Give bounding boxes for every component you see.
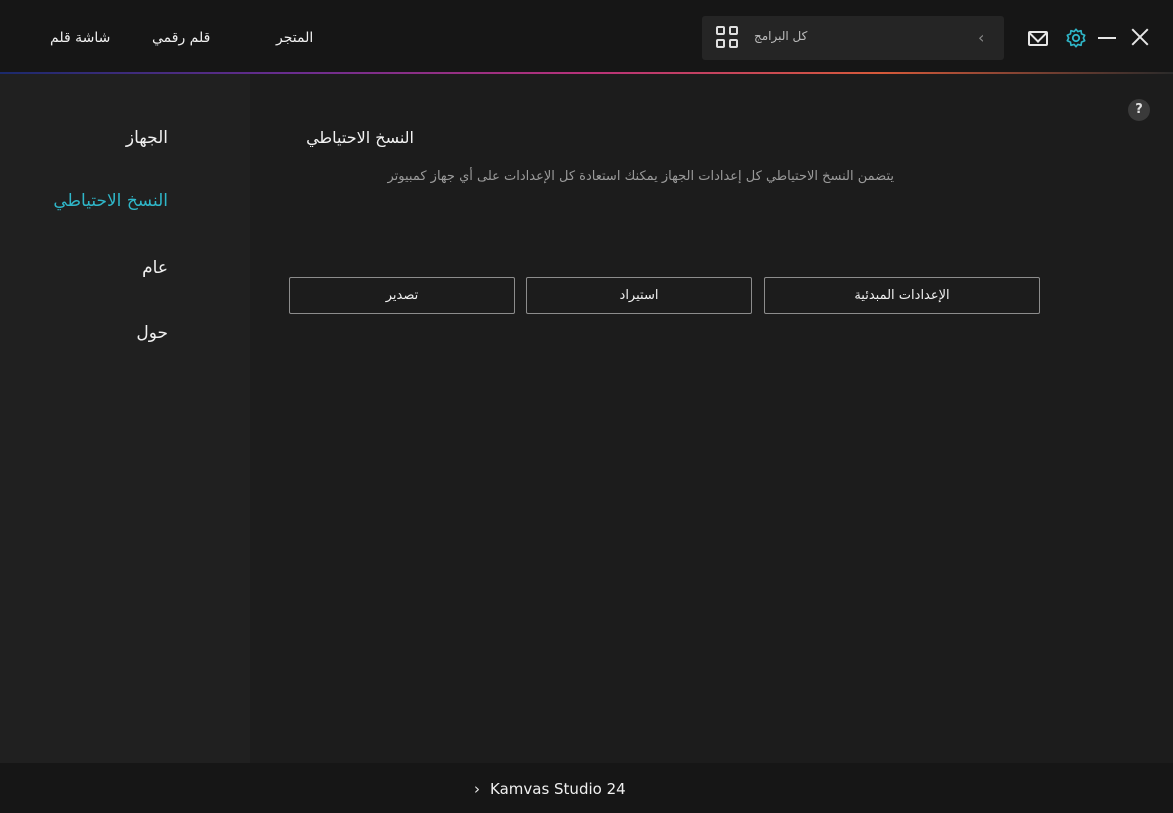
grid-icon [716, 26, 740, 50]
export-button[interactable]: تصدير [289, 277, 515, 314]
device-bar: › Kamvas Studio 24 [0, 763, 1173, 813]
nav-pen-tablet[interactable]: قلم رقمي [152, 30, 210, 46]
nav-store[interactable]: المتجر [276, 30, 313, 46]
nav-pen-display[interactable]: شاشة قلم [50, 30, 110, 46]
page-title: النسخ الاحتياطي [306, 128, 414, 147]
close-icon[interactable] [1130, 27, 1150, 47]
top-bar: شاشة قلم قلم رقمي المتجر كل البرامج ‹ [0, 0, 1173, 72]
minimize-icon[interactable] [1098, 37, 1116, 39]
device-selector[interactable]: › Kamvas Studio 24 [474, 780, 626, 798]
chevron-right-icon: › [474, 780, 480, 798]
mail-icon[interactable] [1028, 31, 1048, 46]
settings-sidebar: الجهاز النسخ الاحتياطي عام حول [0, 74, 250, 763]
gear-icon[interactable] [1065, 27, 1087, 49]
help-icon[interactable]: ? [1128, 99, 1150, 121]
sidebar-item-general[interactable]: عام [142, 258, 168, 278]
sidebar-item-about[interactable]: حول [136, 323, 168, 343]
sidebar-item-backup[interactable]: النسخ الاحتياطي [53, 191, 168, 211]
reset-defaults-button[interactable]: الإعدادات المبدئية [764, 277, 1040, 314]
chevron-left-icon[interactable]: ‹ [978, 28, 984, 47]
backup-description: يتضمن النسخ الاحتياطي كل إعدادات الجهاز … [387, 169, 894, 184]
sidebar-item-device[interactable]: الجهاز [126, 128, 168, 148]
apps-search-label: كل البرامج [754, 29, 808, 43]
apps-search-box[interactable]: كل البرامج ‹ [702, 16, 1004, 60]
import-button[interactable]: استيراد [526, 277, 752, 314]
device-name: Kamvas Studio 24 [490, 780, 626, 798]
backup-panel: النسخ الاحتياطي يتضمن النسخ الاحتياطي كل… [290, 74, 1040, 674]
